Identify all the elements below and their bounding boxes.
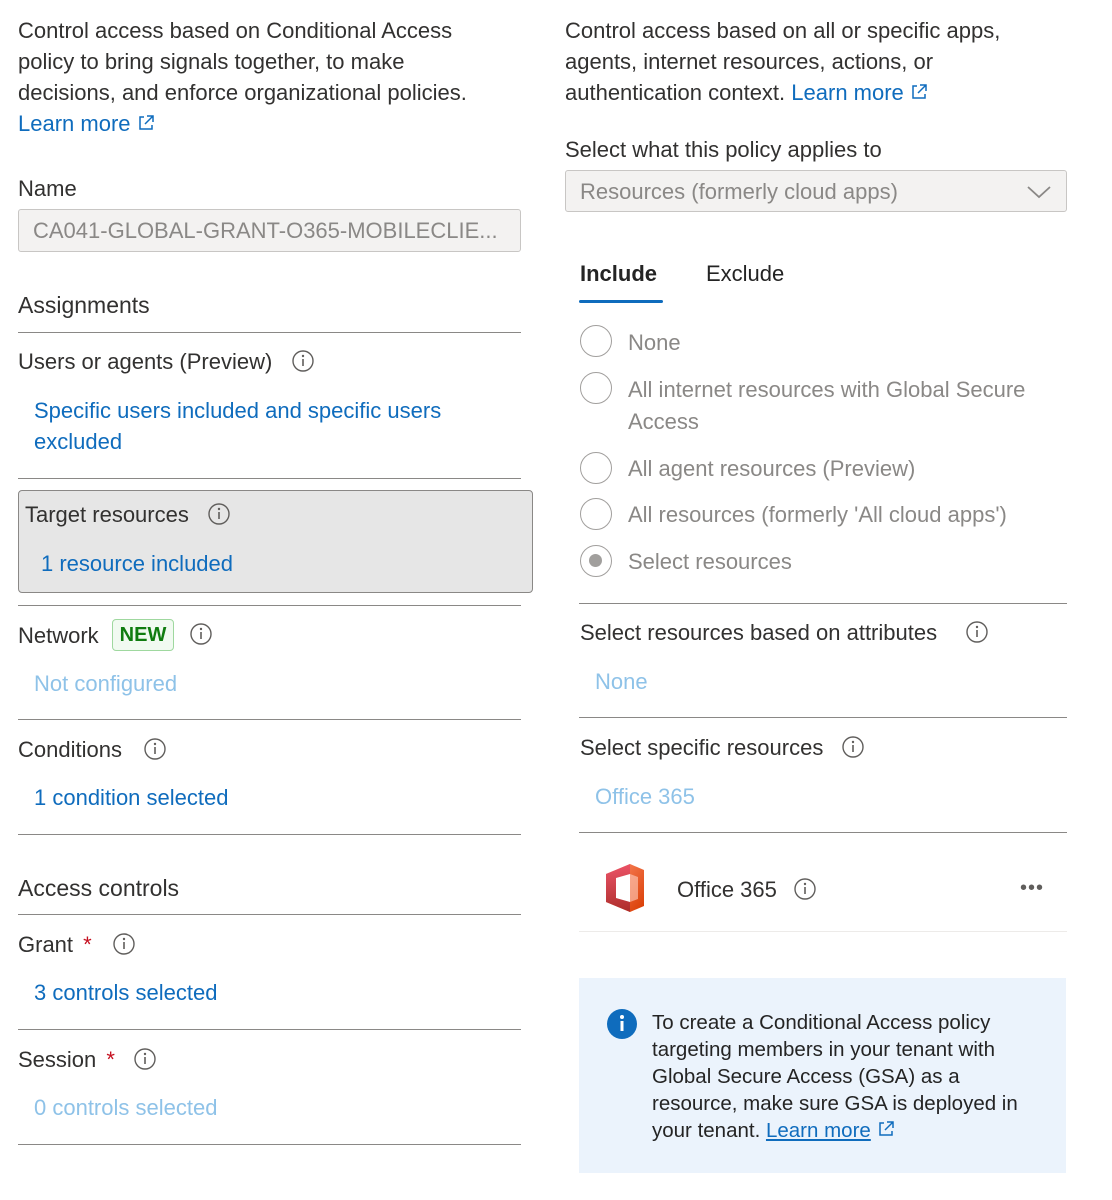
radio-all-internet-resources[interactable]: [580, 372, 612, 404]
target-resources-label: Target resources: [25, 502, 189, 527]
new-badge-text: NEW: [119, 624, 167, 646]
divider: [18, 478, 521, 479]
radio-label: Select resources: [628, 549, 792, 574]
info-icon[interactable]: [113, 933, 135, 955]
tab-include-underline: [579, 300, 663, 303]
users-link-line: Specific users included and specific use…: [34, 398, 442, 423]
session-link[interactable]: 0 controls selected: [34, 1092, 217, 1123]
info-banner-line: resource, make sure GSA is deployed in: [652, 1092, 1018, 1115]
left-intro: Control access based on Conditional Acce…: [18, 15, 518, 139]
resource-name: Office 365: [677, 877, 777, 902]
info-icon[interactable]: [190, 623, 212, 645]
radio-all-agent-resources[interactable]: [580, 452, 612, 484]
info-banner-text: To create a Conditional Access policy ta…: [652, 1009, 1052, 1144]
grant-label-text: Grant: [18, 932, 74, 957]
divider: [18, 914, 521, 915]
radio-label-line: Access: [628, 409, 699, 434]
divider: [579, 832, 1067, 833]
info-icon[interactable]: [134, 1048, 156, 1070]
radio-label: None: [628, 330, 681, 355]
right-learn-more-link[interactable]: Learn more: [791, 80, 904, 105]
grant-link[interactable]: 3 controls selected: [34, 977, 217, 1008]
radio-label: All resources (formerly 'All cloud apps'…: [628, 502, 1007, 527]
chevron-down-icon: [1027, 186, 1051, 199]
info-filled-icon: [607, 1009, 637, 1039]
info-banner-line: your tenant.: [652, 1119, 761, 1142]
users-link[interactable]: Specific users included and specific use…: [34, 395, 514, 457]
attributes-value[interactable]: None: [595, 666, 648, 697]
external-link-icon: [138, 115, 154, 130]
users-label: Users or agents (Preview): [18, 349, 273, 374]
session-label-text: Session: [18, 1047, 97, 1072]
left-learn-more-link[interactable]: Learn more: [18, 111, 131, 136]
left-intro-line: policy to bring signals together, to mak…: [18, 49, 405, 74]
session-label: Session *: [18, 1044, 115, 1075]
target-resources-row[interactable]: Target resources 1 resource included: [18, 490, 533, 593]
applies-to-dropdown[interactable]: Resources (formerly cloud apps): [565, 170, 1067, 212]
divider: [579, 717, 1067, 718]
name-label: Name: [18, 176, 77, 201]
divider: [18, 1029, 521, 1030]
info-icon[interactable]: [144, 738, 166, 760]
info-icon[interactable]: [794, 878, 816, 900]
info-icon[interactable]: [292, 350, 314, 372]
radio-label: All internet resources with Global Secur…: [628, 374, 1068, 438]
network-label: Network: [18, 623, 99, 648]
info-banner-line: Global Secure Access (GSA) as a: [652, 1065, 960, 1088]
left-intro-line: decisions, and enforce organizational po…: [18, 80, 467, 105]
grant-label: Grant *: [18, 929, 92, 960]
info-banner-line: To create a Conditional Access policy: [652, 1011, 991, 1034]
divider: [18, 719, 521, 720]
right-intro-line: agents, internet resources, actions, or: [565, 49, 934, 74]
divider: [579, 931, 1067, 932]
specific-resources-label: Select specific resources: [580, 735, 824, 760]
new-badge: NEW: [112, 619, 174, 651]
assignments-heading: Assignments: [18, 292, 150, 318]
radio-label-line: All internet resources with Global Secur…: [628, 377, 1026, 402]
applies-to-value: Resources (formerly cloud apps): [580, 179, 898, 204]
tab-include[interactable]: Include: [580, 258, 657, 289]
divider: [18, 834, 521, 835]
external-link-icon: [879, 1121, 894, 1136]
network-value[interactable]: Not configured: [34, 668, 177, 699]
tab-exclude[interactable]: Exclude: [706, 258, 784, 289]
banner-learn-more-link[interactable]: Learn more: [766, 1119, 871, 1142]
divider: [18, 332, 521, 333]
radio-selected-dot: [589, 554, 602, 567]
left-intro-line: Control access based on Conditional Acce…: [18, 18, 453, 43]
external-link-icon: [912, 84, 927, 99]
info-banner-line: targeting members in your tenant with: [652, 1038, 995, 1061]
radio-none[interactable]: [580, 325, 612, 357]
divider: [18, 605, 521, 606]
target-resources-link[interactable]: 1 resource included: [41, 548, 233, 579]
specific-resources-value[interactable]: Office 365: [595, 781, 695, 812]
radio-all-resources[interactable]: [580, 498, 612, 530]
info-banner: To create a Conditional Access policy ta…: [579, 978, 1066, 1173]
required-marker: *: [106, 1047, 115, 1072]
divider: [18, 1144, 521, 1145]
radio-select-resources[interactable]: [580, 545, 612, 577]
right-intro-line: authentication context.: [565, 80, 786, 105]
more-options-icon[interactable]: •••: [1020, 874, 1044, 902]
required-marker: *: [83, 932, 92, 957]
radio-label: All agent resources (Preview): [628, 456, 916, 481]
right-intro: Control access based on all or specific …: [565, 15, 1085, 108]
right-intro-line: Control access based on all or specific …: [565, 18, 1001, 43]
info-icon[interactable]: [208, 503, 230, 525]
conditions-link[interactable]: 1 condition selected: [34, 782, 228, 813]
office-365-logo-icon: [606, 864, 644, 912]
name-field[interactable]: CA041-GLOBAL-GRANT-O365-MOBILECLIE...: [18, 209, 521, 252]
info-icon[interactable]: [842, 736, 864, 758]
attributes-label: Select resources based on attributes: [580, 620, 938, 645]
name-field-value: CA041-GLOBAL-GRANT-O365-MOBILECLIE...: [33, 218, 498, 243]
divider: [579, 603, 1067, 604]
users-link-line: excluded: [34, 429, 123, 454]
applies-to-label: Select what this policy applies to: [565, 137, 882, 162]
info-icon[interactable]: [966, 621, 988, 643]
conditions-label: Conditions: [18, 737, 122, 762]
access-controls-heading: Access controls: [18, 875, 180, 901]
